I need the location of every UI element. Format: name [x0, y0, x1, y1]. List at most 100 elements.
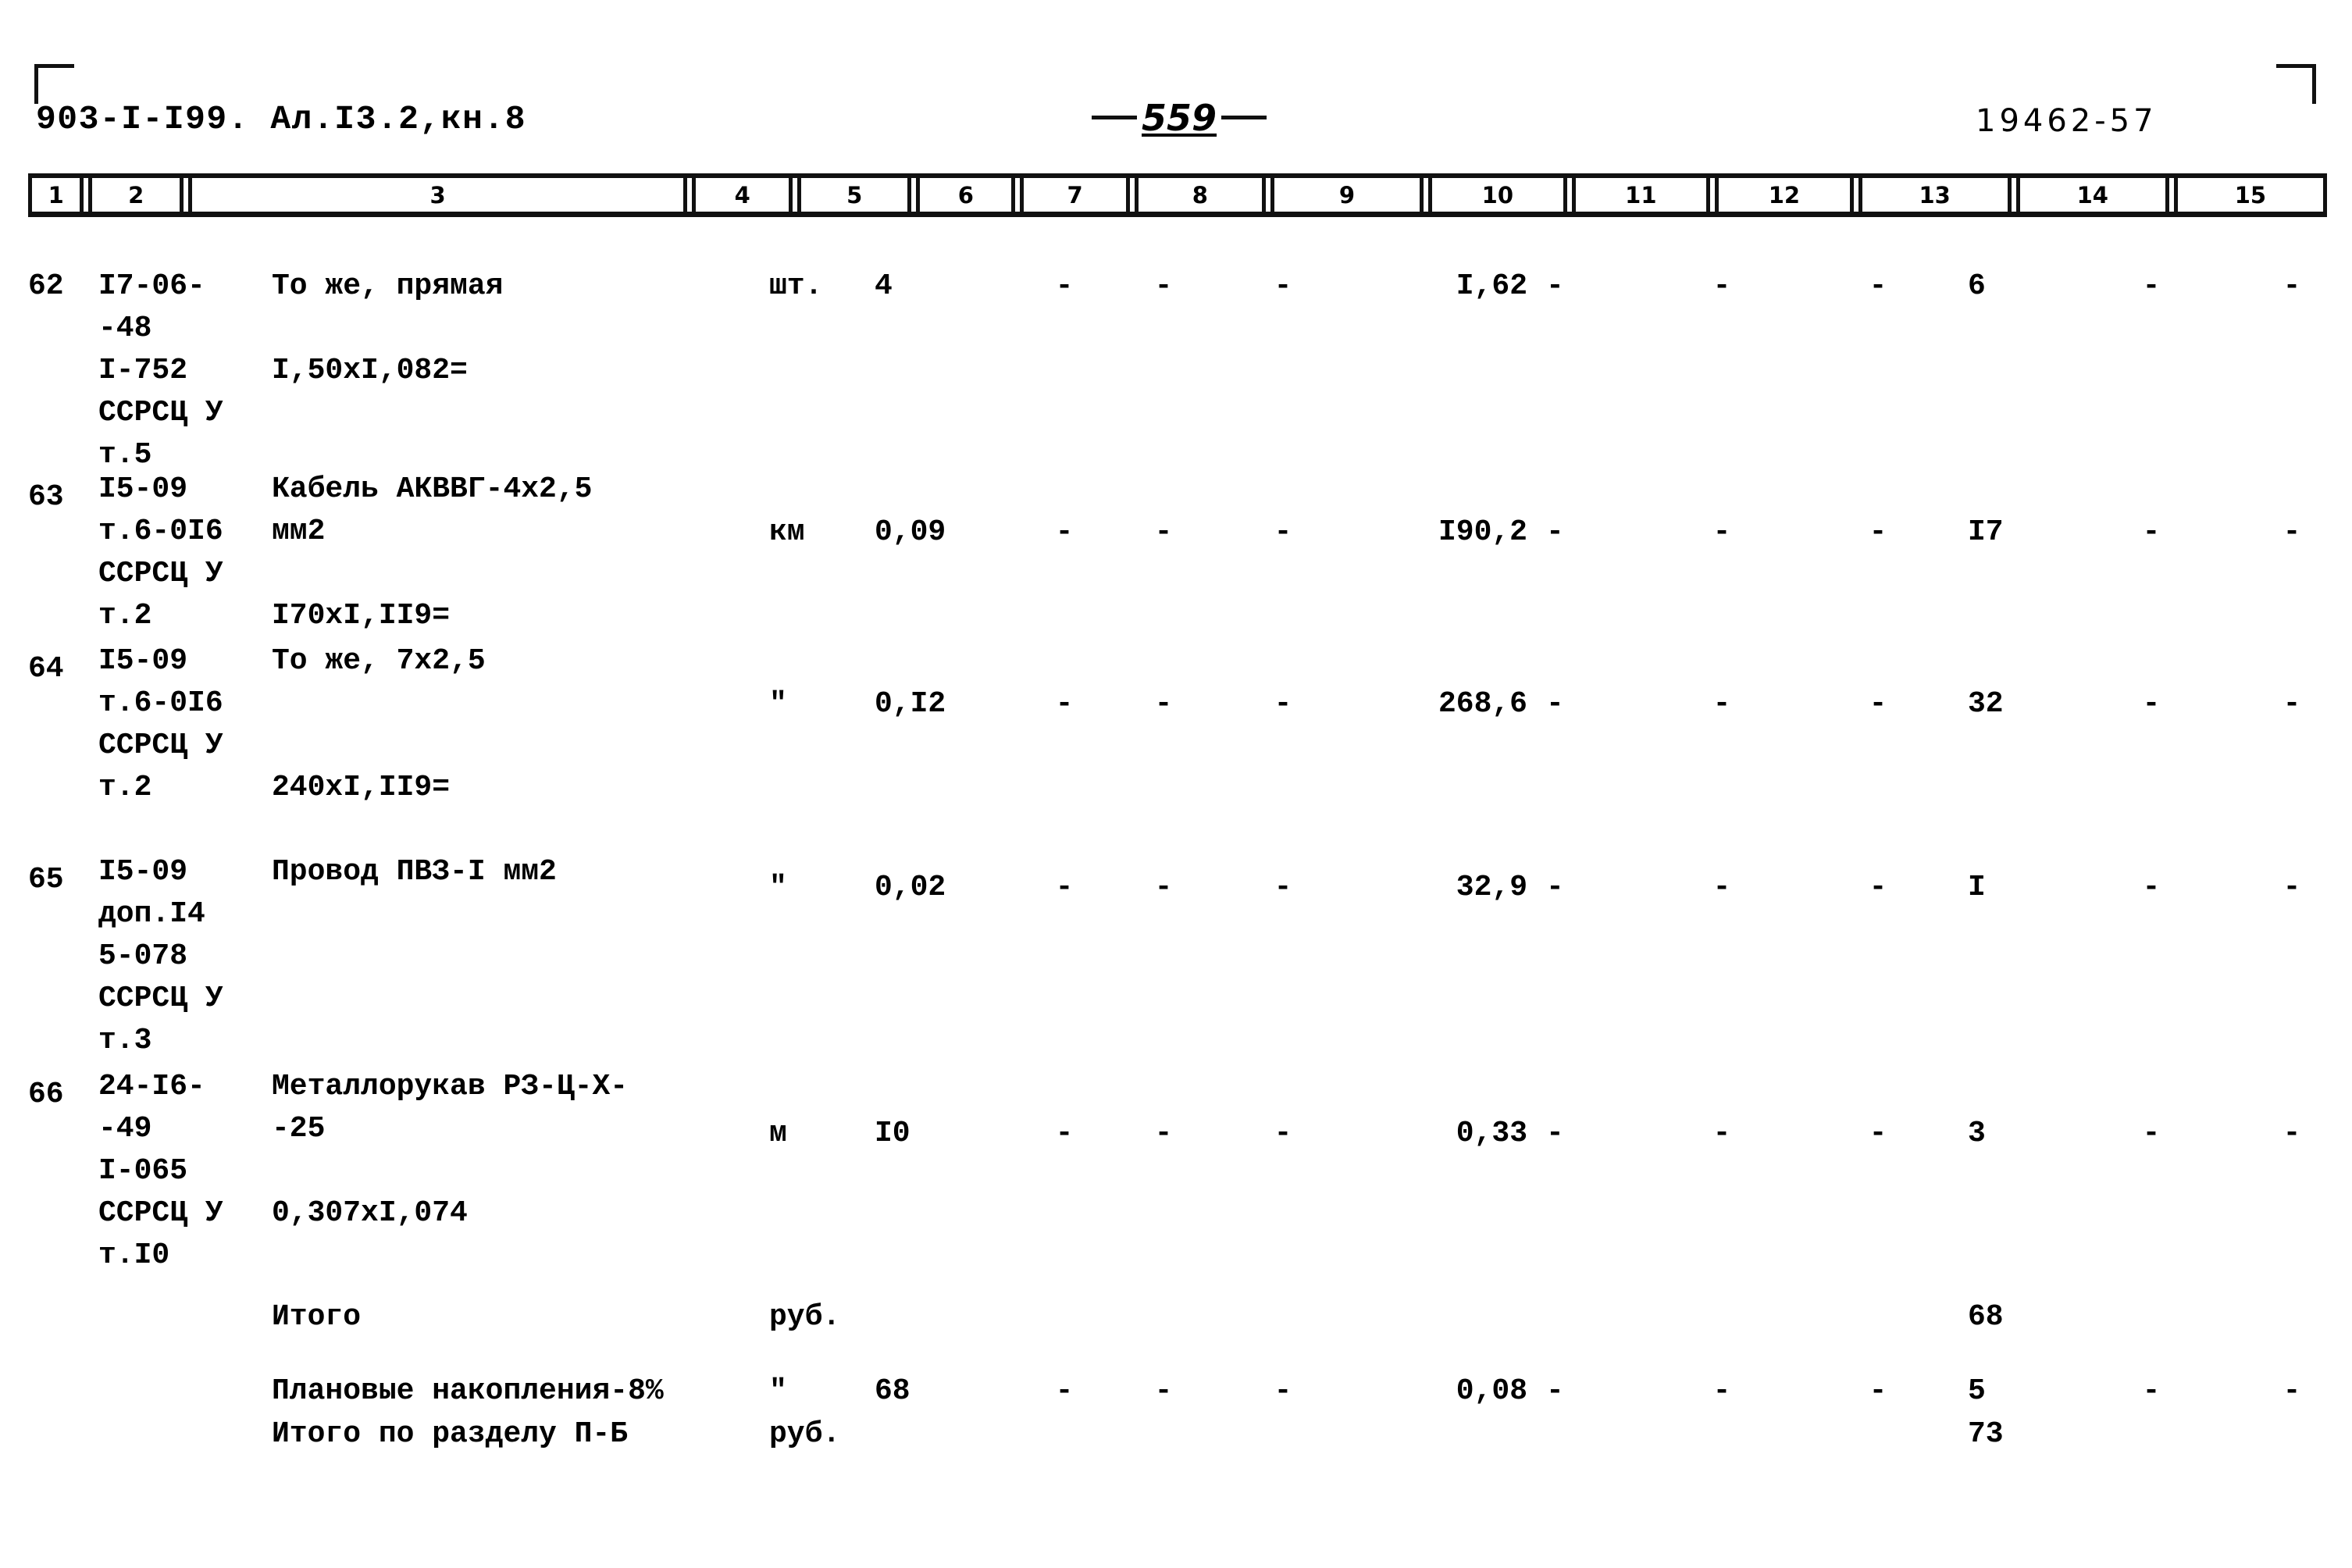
row-col12-cell: - [1869, 687, 1887, 721]
column-header-13: 13 [1858, 178, 2012, 212]
page-number-dash-right [1221, 116, 1267, 119]
row-col6-cell: - [1055, 871, 1074, 904]
column-header-11: 11 [1571, 178, 1711, 212]
document-code: 903-I-I99. Ал.I3.2,кн.8 [36, 100, 526, 138]
row-unit-cell: км [769, 515, 805, 549]
row-col10-cell: - [1546, 687, 1564, 721]
totals-unit-cell: " [769, 1374, 787, 1408]
row-number-cell: 62 [28, 269, 64, 303]
row-col9-cell: I,62 [1456, 269, 1527, 303]
row-col12-cell: - [1869, 269, 1887, 303]
totals-unit-cell: руб. [769, 1300, 841, 1334]
row-col10-cell: - [1546, 1117, 1564, 1150]
row-number-cell: 63 [28, 480, 64, 514]
row-col11-cell: - [1712, 871, 1731, 904]
row-col13-cell: 3 [1968, 1117, 1986, 1150]
row-col8-cell: - [1274, 1117, 1292, 1150]
column-header-9: 9 [1270, 178, 1424, 212]
row-col11-cell: - [1712, 1117, 1731, 1150]
page-corner-mark-top-left [34, 64, 74, 104]
column-header-10: 10 [1428, 178, 1567, 212]
page-number-stamp: 559 [1092, 97, 1267, 139]
page-number: 559 [1142, 97, 1217, 139]
row-code-cell: I5-09 т.6-0I6 ССРСЦ У т.2 [98, 644, 223, 804]
totals-col6-cell: - [1055, 1374, 1074, 1408]
row-col10-cell: - [1546, 269, 1564, 303]
row-col6-cell: - [1055, 1117, 1074, 1150]
column-header-4: 4 [692, 178, 793, 212]
column-header-15: 15 [2173, 178, 2327, 212]
table-column-number-band: 1 2 3 4 5 6 7 8 9 10 11 12 13 14 15 [28, 173, 2327, 217]
row-col15-cell: - [2283, 687, 2301, 721]
row-col9-cell: 32,9 [1456, 871, 1527, 904]
row-col15-cell: - [2283, 515, 2301, 549]
row-unit-cell: м [769, 1117, 787, 1150]
row-col15-cell: - [2283, 871, 2301, 904]
column-header-7: 7 [1020, 178, 1130, 212]
row-unit-cell: " [769, 871, 787, 904]
totals-col9-cell: 0,08 [1456, 1374, 1527, 1408]
row-col12-cell: - [1869, 871, 1887, 904]
column-header-6: 6 [916, 178, 1016, 212]
row-col11-cell: - [1712, 515, 1731, 549]
totals-col13-cell: 68 [1968, 1300, 2004, 1334]
page-header: 903-I-I99. Ал.I3.2,кн.8 559 19462-57 [0, 97, 2352, 148]
row-col6-cell: - [1055, 687, 1074, 721]
row-description-cell: Провод ПВЗ-I мм2 [272, 855, 557, 889]
column-header-5: 5 [797, 178, 912, 212]
totals-col10-cell: - [1546, 1374, 1564, 1408]
totals-col12-cell: - [1869, 1374, 1887, 1408]
column-header-2: 2 [88, 178, 184, 212]
row-col14-cell: - [2142, 687, 2161, 721]
archive-number: 19462-57 [1976, 103, 2158, 139]
row-code-cell: I7-06- -48 I-752 ССРСЦ У т.5 [98, 269, 223, 472]
row-col9-cell: 0,33 [1456, 1117, 1527, 1150]
row-col12-cell: - [1869, 515, 1887, 549]
row-col9-cell: I90,2 [1438, 515, 1527, 549]
row-col14-cell: - [2142, 871, 2161, 904]
totals-col7-cell: - [1154, 1374, 1173, 1408]
totals-label-cell: Плановые накопления-8% [272, 1374, 664, 1408]
row-col7-cell: - [1154, 687, 1173, 721]
totals-col15-cell: - [2283, 1374, 2301, 1408]
totals-col8-cell: - [1274, 1374, 1292, 1408]
row-col15-cell: - [2283, 269, 2301, 303]
totals-col11-cell: - [1712, 1374, 1731, 1408]
row-col14-cell: - [2142, 515, 2161, 549]
row-col6-cell: - [1055, 269, 1074, 303]
row-col5-cell: I0 [875, 1117, 911, 1150]
column-header-14: 14 [2015, 178, 2169, 212]
row-col8-cell: - [1274, 687, 1292, 721]
row-col13-cell: 32 [1968, 687, 2004, 721]
row-col7-cell: - [1154, 1117, 1173, 1150]
row-col8-cell: - [1274, 871, 1292, 904]
row-col10-cell: - [1546, 871, 1564, 904]
row-col11-cell: - [1712, 269, 1731, 303]
row-col5-cell: 0,09 [875, 515, 946, 549]
totals-col13-cell: 5 [1968, 1374, 1986, 1408]
row-col7-cell: - [1154, 515, 1173, 549]
totals-unit-cell: руб. [769, 1417, 841, 1451]
row-number-cell: 64 [28, 652, 64, 686]
row-col11-cell: - [1712, 687, 1731, 721]
row-col5-cell: 0,I2 [875, 687, 946, 721]
column-header-8: 8 [1134, 178, 1266, 212]
row-code-cell: I5-09 доп.I4 5-078 ССРСЦ У т.3 [98, 855, 223, 1057]
row-unit-cell: " [769, 687, 787, 721]
row-col12-cell: - [1869, 1117, 1887, 1150]
row-description-cell: То же, прямая I,50xI,082= [272, 269, 504, 387]
column-header-3: 3 [188, 178, 688, 212]
page-corner-mark-top-right [2276, 64, 2316, 104]
row-col14-cell: - [2142, 1117, 2161, 1150]
row-col5-cell: 0,02 [875, 871, 946, 904]
row-col6-cell: - [1055, 515, 1074, 549]
totals-col13-cell: 73 [1968, 1417, 2004, 1451]
row-col8-cell: - [1274, 515, 1292, 549]
totals-label-cell: Итого [272, 1300, 362, 1334]
row-col13-cell: 6 [1968, 269, 1986, 303]
row-col15-cell: - [2283, 1117, 2301, 1150]
column-header-12: 12 [1715, 178, 1854, 212]
row-col13-cell: I7 [1968, 515, 2004, 549]
row-col7-cell: - [1154, 871, 1173, 904]
row-unit-cell: шт. [769, 269, 823, 303]
